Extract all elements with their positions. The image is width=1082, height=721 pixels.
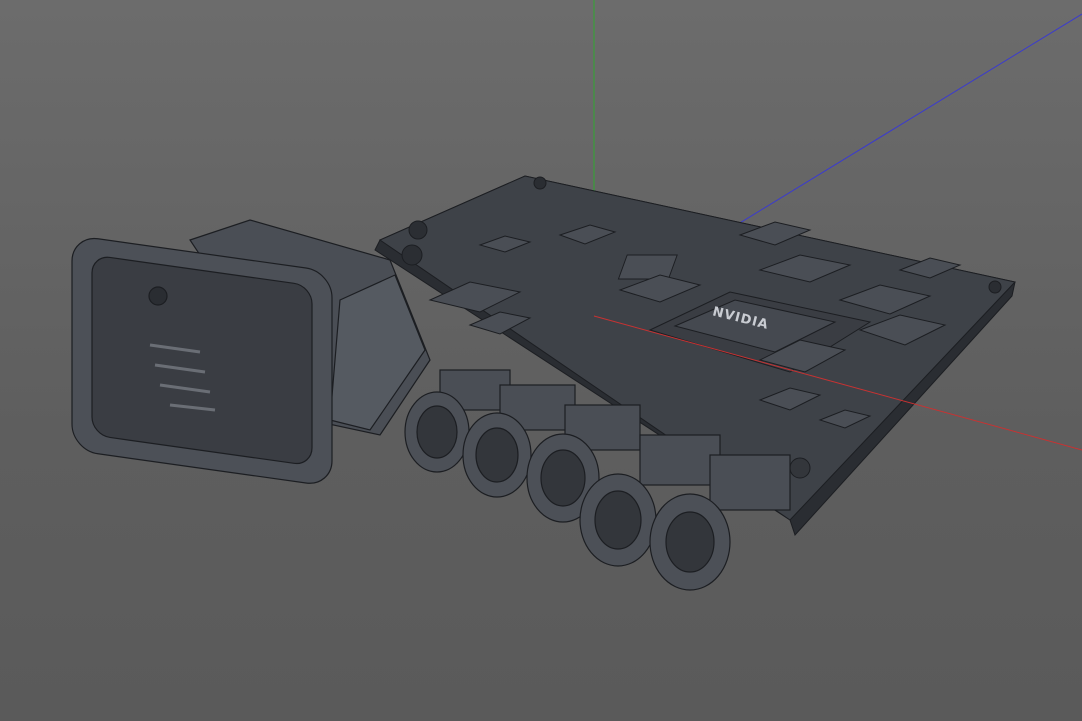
main-connector[interactable] (71, 219, 431, 487)
3d-viewport[interactable]: NVIDIA (0, 0, 1082, 721)
scene: NVIDIA (71, 0, 1082, 591)
